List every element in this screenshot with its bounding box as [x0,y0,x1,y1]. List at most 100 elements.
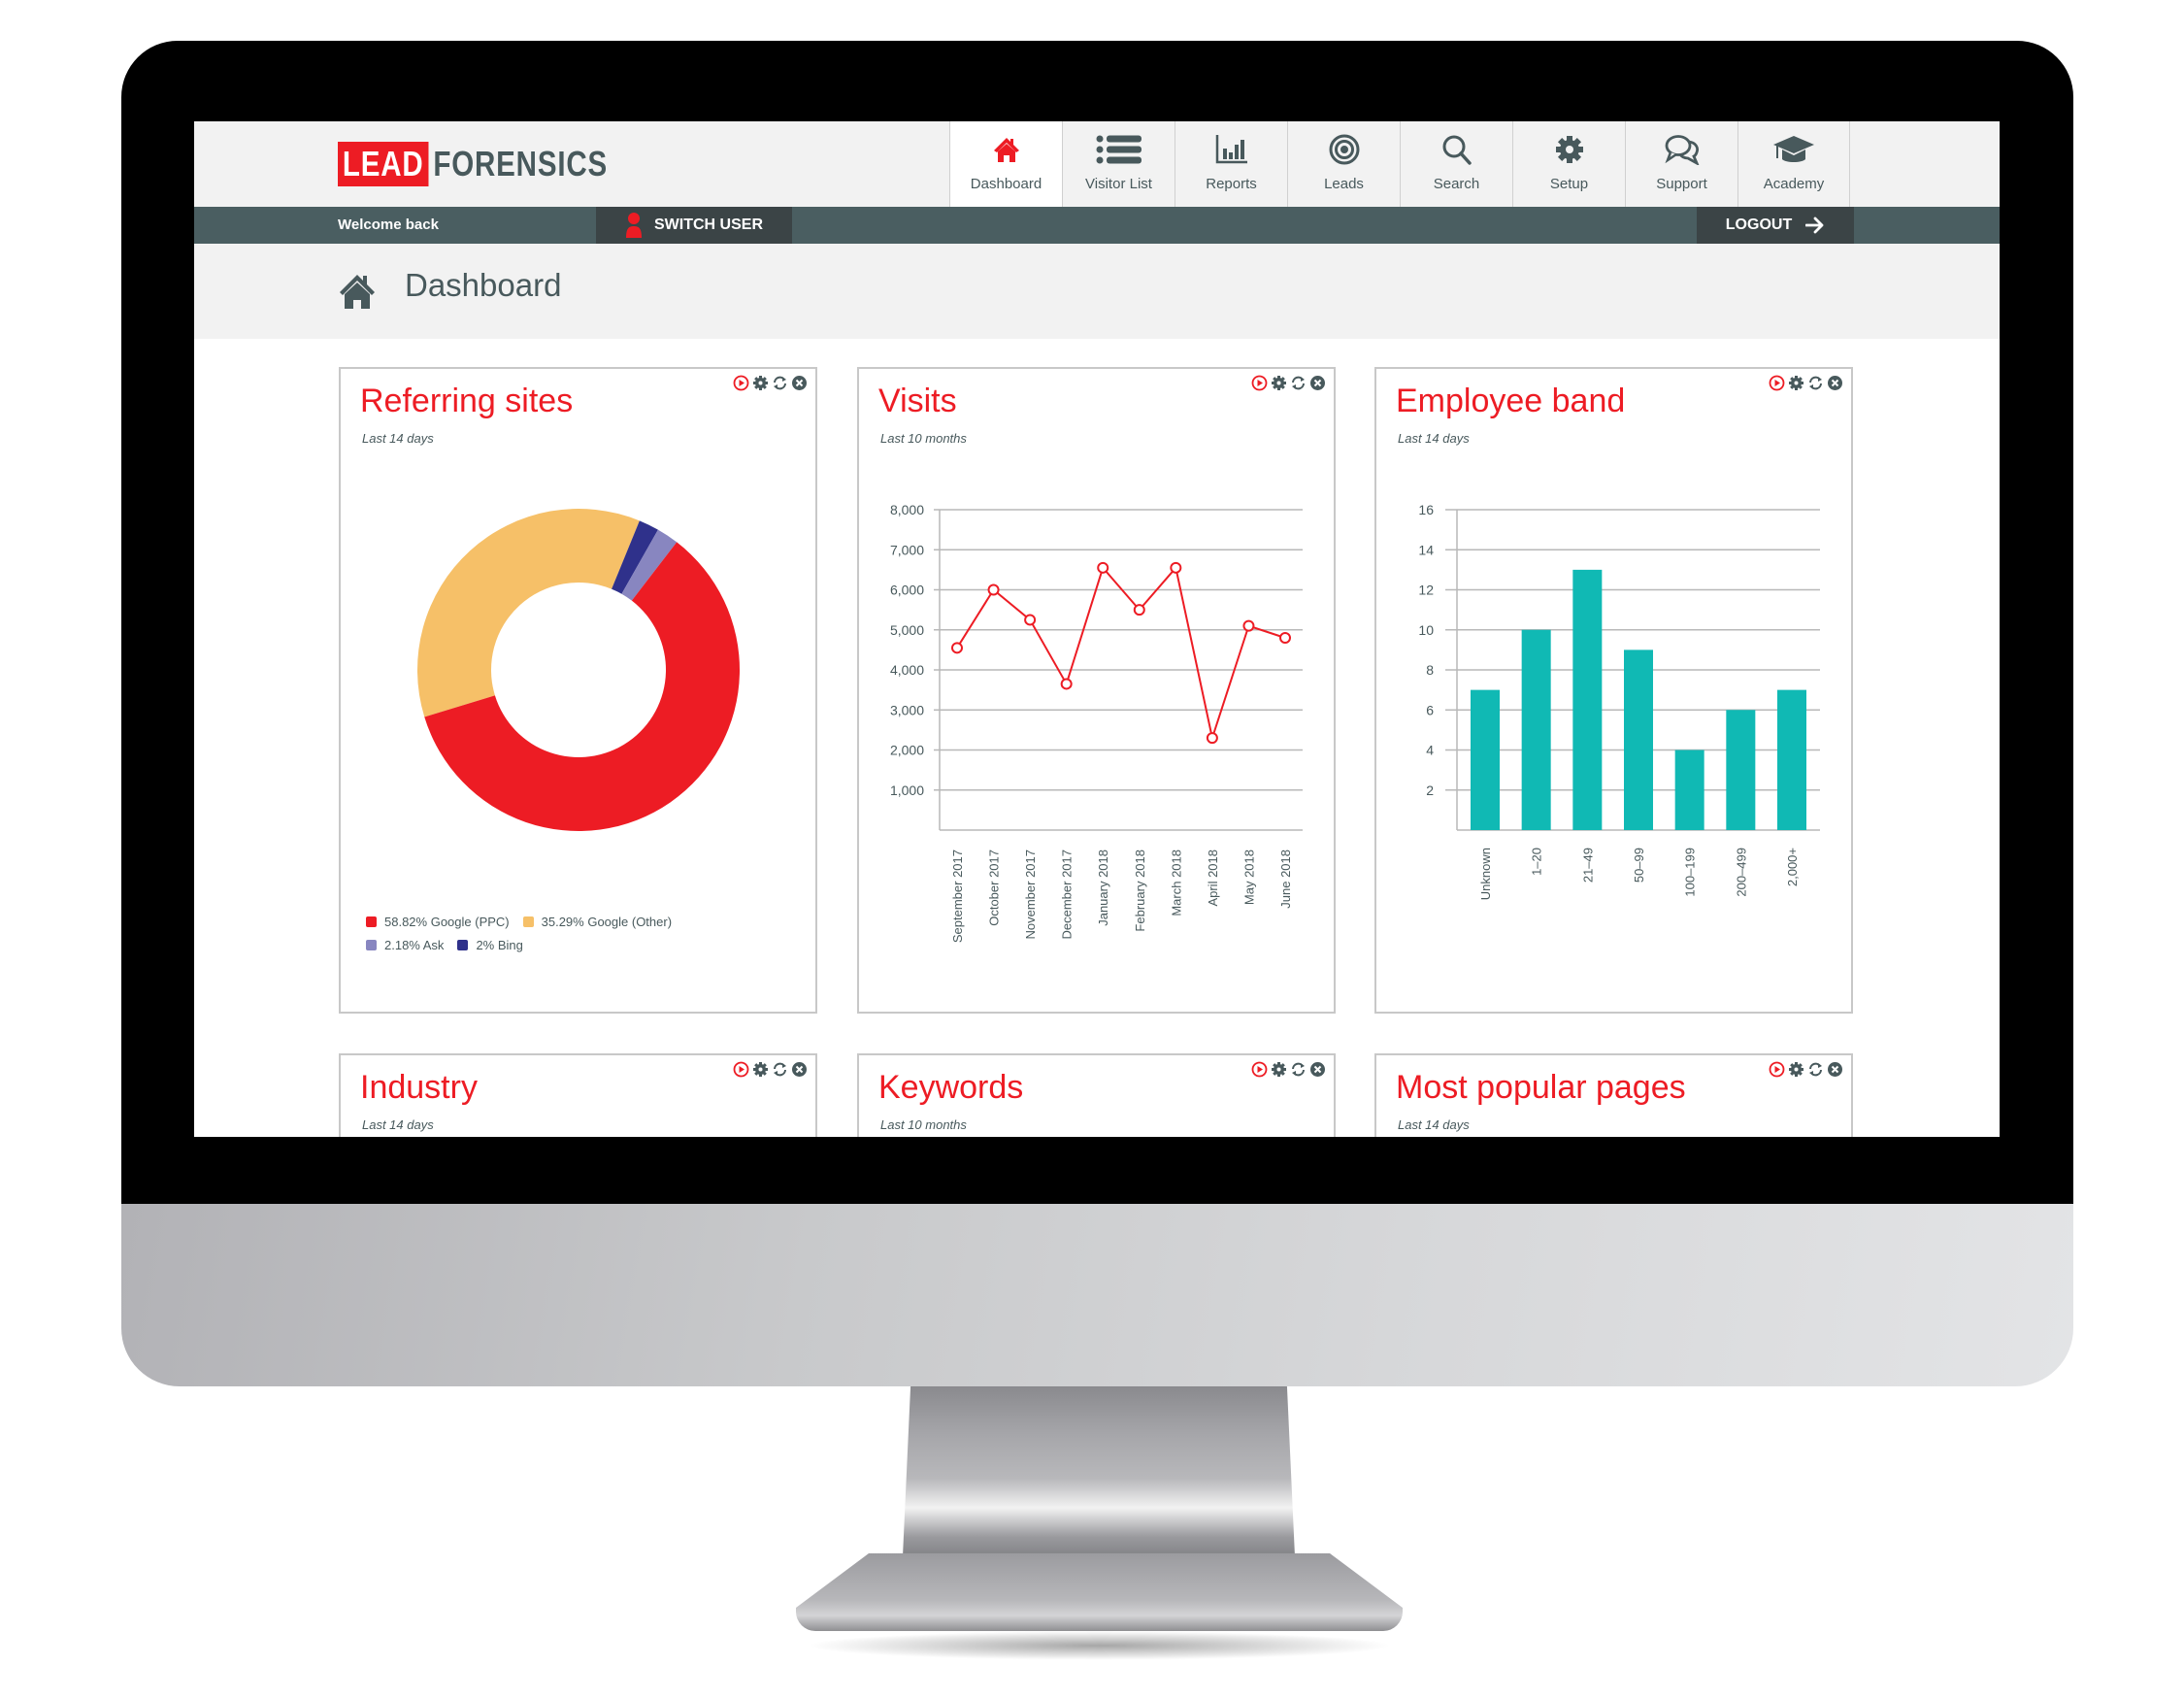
referring-sites-donut-chart [417,509,740,831]
play-icon[interactable] [1251,1061,1268,1078]
chat-bubbles-icon [1664,135,1700,165]
x-tick-label: 2,000+ [1785,848,1800,886]
nav-academy[interactable]: Academy [1737,121,1850,207]
bar-chart-icon [1215,135,1248,164]
data-point [1206,732,1218,745]
monitor-shadow [806,1631,1393,1660]
nav-label: Setup [1549,176,1589,192]
nav-label: Reports [1206,176,1257,192]
refresh-icon[interactable] [1290,1061,1307,1078]
gear-icon[interactable] [1788,1061,1804,1078]
page-header: Dashboard [194,244,2000,339]
legend-item[interactable]: 58.82% Google (PPC) [366,911,510,933]
nav-label: Academy [1763,176,1825,192]
play-icon[interactable] [733,1061,749,1078]
switch-user-label: SWITCH USER [654,217,763,233]
close-icon[interactable] [1309,1061,1326,1078]
x-tick-label: April 2018 [1206,850,1220,907]
y-tick-label: 1,000 [890,783,924,798]
legend-label: 2% Bing [476,938,523,952]
widget-title: Industry [360,1069,478,1106]
y-tick-label: 10 [1418,622,1434,638]
monitor-foot [796,1553,1403,1631]
welcome-text: Welcome back [338,217,439,233]
close-icon[interactable] [791,1061,808,1078]
nav-setup[interactable]: Setup [1512,121,1625,207]
status-bar: Welcome back SWITCH USER LOGOUT [194,207,2000,244]
legend-item[interactable]: 2.18% Ask [366,934,444,956]
widget-tools [1769,1061,1843,1078]
close-icon[interactable] [1827,1061,1843,1078]
nav-reports[interactable]: Reports [1175,121,1287,207]
widget-employee-band: Employee band Last 14 days 2 4 6 8 10 12 14 16 U… [1374,367,1853,1014]
gear-icon[interactable] [752,1061,769,1078]
widget-tools [1251,1061,1326,1078]
employee-band-bar-chart: 2 4 6 8 10 12 14 16 Unknown 1–20 21–49 50–99 100–199… [1418,502,1820,900]
gear-icon[interactable] [1271,1061,1287,1078]
widget-most-popular-pages: Most popular pages Last 14 days [1374,1053,1853,1137]
nav-label: Dashboard [970,176,1042,192]
nav-visitor-list[interactable]: Visitor List [1062,121,1175,207]
pie-legend: 58.82% Google (PPC) 35.29% Google (Other)… [366,911,793,957]
user-icon [626,213,642,238]
nav-label: Visitor List [1085,176,1152,192]
y-tick-label: 8,000 [890,502,924,517]
page-title: Dashboard [405,267,562,303]
play-icon[interactable] [1769,1061,1785,1078]
search-icon [1441,135,1473,165]
y-tick-label: 7,000 [890,542,924,557]
data-point [951,642,963,654]
refresh-icon[interactable] [772,1061,788,1078]
legend-label: 35.29% Google (Other) [541,915,673,929]
legend-label: 2.18% Ask [384,938,445,952]
logout-button[interactable]: LOGOUT [1697,207,1854,244]
widget-keywords: Keywords Last 10 months [857,1053,1336,1137]
x-tick-label: May 2018 [1241,850,1256,905]
bar [1521,629,1551,830]
y-tick-label: 16 [1418,502,1434,517]
x-tick-label: 21–49 [1580,848,1595,883]
home-icon [338,273,377,314]
nav-dashboard[interactable]: Dashboard [949,121,1062,207]
refresh-icon[interactable] [1807,1061,1824,1078]
widget-subtitle: Last 14 days [362,1117,434,1132]
bar [1777,689,1806,830]
data-point [1279,632,1291,644]
widget-title: Keywords [878,1069,1024,1106]
y-tick-label: 4 [1426,743,1434,758]
y-tick-label: 8 [1426,662,1434,678]
y-tick-label: 2 [1426,783,1434,798]
y-tick-label: 4,000 [890,662,924,678]
switch-user-button[interactable]: SWITCH USER [596,207,792,244]
x-tick-label: October 2017 [987,850,1002,926]
bar [1572,569,1603,830]
widget-referring-sites: Referring sites Last 14 days 58.82% Goog… [339,367,817,1014]
widget-visits: Visits Last 10 months 1,000 2,000 3,000 4,0… [857,367,1336,1014]
pie-slice-google-other [417,509,640,717]
target-icon [1329,134,1360,165]
legend-swatch [366,940,377,950]
legend-item[interactable]: 2% Bing [457,934,523,956]
lead-forensics-logo[interactable]: LEAD FORENSICS [338,142,608,186]
top-bar: LEAD FORENSICS Dashboard Visitor List Re… [194,121,2000,207]
x-tick-label: September 2017 [950,850,965,943]
data-point [1097,561,1109,574]
legend-item[interactable]: 35.29% Google (Other) [522,911,673,933]
x-tick-label: 200–499 [1734,848,1748,897]
data-point [1242,619,1255,632]
data-point [1133,604,1145,616]
screen: LEAD FORENSICS Dashboard Visitor List Re… [194,121,2000,1137]
x-tick-label: 100–199 [1683,848,1698,897]
data-point [1024,614,1037,626]
nav-label: Search [1433,176,1480,192]
x-tick-label: December 2017 [1060,850,1075,940]
nav-search[interactable]: Search [1400,121,1512,207]
main-nav: Dashboard Visitor List Reports Leads Sea… [949,121,1850,207]
data-point [1060,678,1073,690]
home-icon [992,135,1021,164]
bar [1624,650,1653,830]
graduation-cap-icon [1772,135,1815,164]
nav-leads[interactable]: Leads [1287,121,1400,207]
x-tick-label: June 2018 [1278,850,1293,909]
nav-support[interactable]: Support [1625,121,1737,207]
